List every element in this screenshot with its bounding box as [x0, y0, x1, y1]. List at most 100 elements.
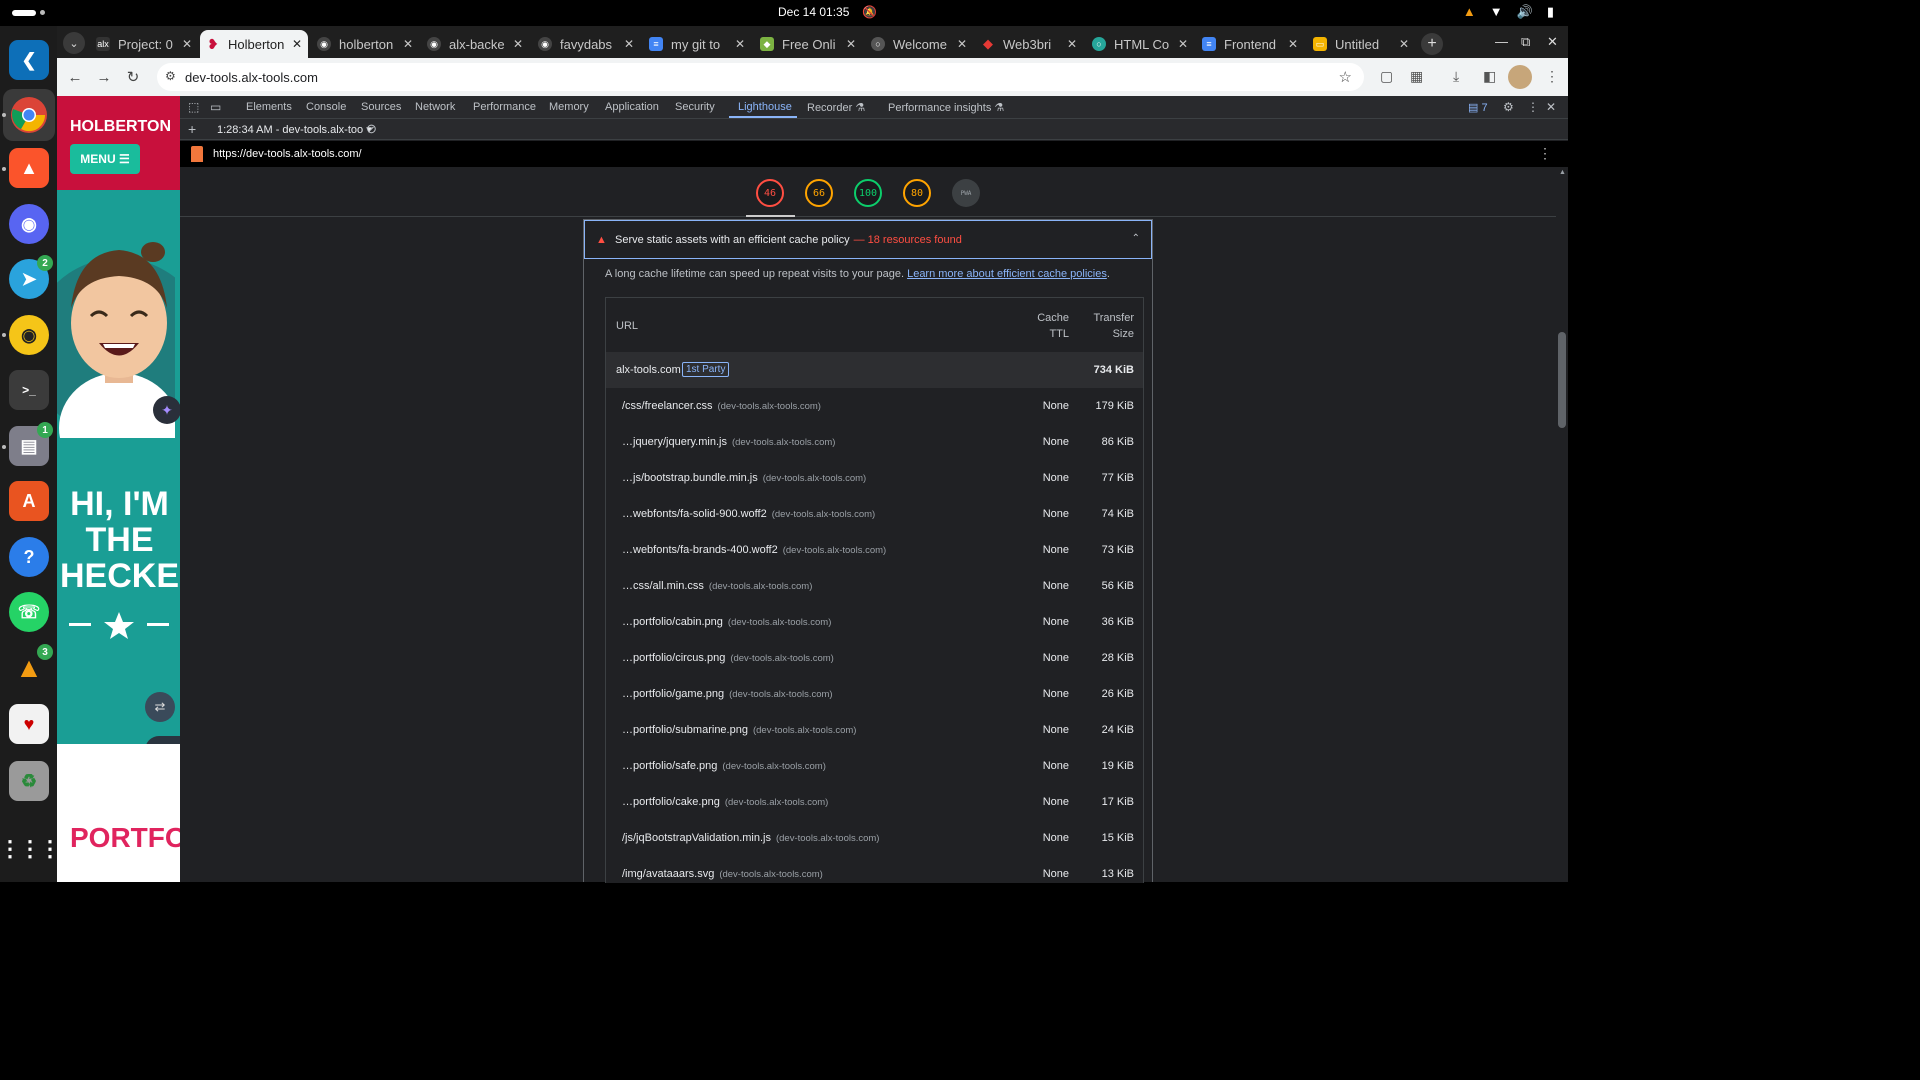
- clear-reports-icon[interactable]: ⊘: [366, 121, 377, 137]
- seo-gauge[interactable]: 80: [903, 179, 931, 207]
- vscode-icon[interactable]: ❮: [9, 40, 49, 80]
- close-tab-icon[interactable]: ✕: [1288, 37, 1298, 51]
- tab-elements[interactable]: Elements: [246, 101, 292, 113]
- scroll-up-arrow-icon[interactable]: ▲: [1559, 169, 1566, 176]
- help-icon[interactable]: ?: [9, 537, 49, 577]
- forward-icon[interactable]: →: [94, 67, 114, 87]
- browser-tab[interactable]: ≡ my git to ✕: [643, 30, 751, 58]
- browser-tab[interactable]: ◆ Web3bri ✕: [975, 30, 1083, 58]
- tab-console[interactable]: Console: [306, 101, 346, 113]
- translate-icon[interactable]: ⇄: [145, 692, 175, 722]
- chrome-icon[interactable]: [3, 89, 55, 141]
- collapse-chevron-icon[interactable]: ⌃: [1132, 233, 1140, 244]
- resource-url[interactable]: …jquery/jquery.min.js (dev-tools.alx-tool…: [622, 436, 835, 448]
- wifi-icon[interactable]: ▼: [1490, 4, 1503, 20]
- close-tab-icon[interactable]: ✕: [513, 37, 523, 51]
- show-apps-icon[interactable]: ⋮⋮⋮: [0, 829, 61, 869]
- browser-tab[interactable]: ○ Welcome ✕: [865, 30, 973, 58]
- resource-url[interactable]: …portfolio/game.png (dev-tools.alx-tools.…: [622, 688, 833, 700]
- tab-sources[interactable]: Sources: [361, 101, 401, 113]
- browser-tab[interactable]: alx Project: 0 ✕: [90, 30, 198, 58]
- tab-performance-insights[interactable]: Performance insights ⚗: [888, 101, 1004, 114]
- close-tab-icon[interactable]: ✕: [624, 37, 634, 51]
- files-icon[interactable]: ▤ 1: [9, 422, 53, 466]
- browser-tab[interactable]: ○ HTML Co ✕: [1086, 30, 1194, 58]
- vlc-icon[interactable]: ▲ 3: [9, 644, 53, 688]
- tab-security[interactable]: Security: [675, 101, 715, 113]
- device-toolbar-icon[interactable]: ▭: [210, 100, 221, 114]
- resource-url[interactable]: …portfolio/submarine.png (dev-tools.alx-t…: [622, 724, 856, 736]
- address-bar[interactable]: ⚙ dev-tools.alx-tools.com ☆: [157, 63, 1364, 91]
- system-tray[interactable]: ▲ ▼ 🔊 ▮: [1463, 4, 1554, 20]
- resource-url[interactable]: …js/bootstrap.bundle.min.js (dev-tools.al…: [622, 472, 866, 484]
- resource-url[interactable]: /js/jqBootstrapValidation.min.js (dev-too…: [622, 832, 879, 844]
- new-report-icon[interactable]: +: [188, 121, 196, 137]
- extensions-puzzle-icon[interactable]: ▦: [1410, 68, 1423, 85]
- restore-icon[interactable]: ⧉: [1521, 34, 1530, 50]
- vlc-tray-icon[interactable]: ▲: [1463, 4, 1476, 20]
- browser-tab-active[interactable]: ❥ Holberton ✕: [200, 30, 308, 58]
- rhythmbox-icon[interactable]: ◉: [9, 315, 49, 355]
- close-window-icon[interactable]: ✕: [1547, 34, 1558, 50]
- address-text[interactable]: dev-tools.alx-tools.com: [185, 70, 318, 85]
- close-tab-icon[interactable]: ✕: [292, 37, 302, 51]
- bookmark-star-icon[interactable]: ☆: [1339, 68, 1352, 86]
- resource-path[interactable]: …webfonts/fa-brands-400.woff2: [622, 544, 778, 556]
- close-tab-icon[interactable]: ✕: [735, 37, 745, 51]
- tab-network[interactable]: Network: [415, 101, 455, 113]
- tab-search-icon[interactable]: ⌄: [63, 32, 85, 54]
- close-tab-icon[interactable]: ✕: [1178, 37, 1188, 51]
- resource-path[interactable]: /css/freelancer.css: [622, 400, 712, 412]
- resource-path[interactable]: /img/avataaars.svg: [622, 868, 714, 880]
- system-clock[interactable]: Dec 14 01:35: [778, 5, 849, 19]
- accessibility-gauge[interactable]: 66: [805, 179, 833, 207]
- ai-sparkle-icon[interactable]: ✦: [153, 396, 180, 424]
- browser-tab[interactable]: ▭ Untitled ✕: [1307, 30, 1415, 58]
- menu-button[interactable]: MENU ☰: [70, 144, 140, 174]
- close-tab-icon[interactable]: ✕: [1067, 37, 1077, 51]
- close-tab-icon[interactable]: ✕: [846, 37, 856, 51]
- inspect-element-icon[interactable]: ⬚: [188, 100, 199, 114]
- audit-header[interactable]: ▲ Serve static assets with an efficient …: [584, 220, 1152, 259]
- site-brand[interactable]: HOLBERTON: [70, 118, 171, 136]
- browser-tab[interactable]: ◆ Free Onli ✕: [754, 30, 862, 58]
- new-tab-button[interactable]: +: [1421, 33, 1443, 55]
- close-tab-icon[interactable]: ✕: [182, 37, 192, 51]
- resource-path[interactable]: …webfonts/fa-solid-900.woff2: [622, 508, 767, 520]
- resource-path[interactable]: …portfolio/circus.png: [622, 652, 725, 664]
- lighthouse-url[interactable]: https://dev-tools.alx-tools.com/: [213, 148, 362, 160]
- close-devtools-icon[interactable]: ✕: [1546, 100, 1556, 114]
- terminal-icon[interactable]: >_: [9, 370, 49, 410]
- close-tab-icon[interactable]: ✕: [1399, 37, 1409, 51]
- solitaire-icon[interactable]: ♥: [9, 704, 49, 744]
- report-scrollbar[interactable]: ▲: [1556, 167, 1568, 882]
- browser-tab[interactable]: ◉ holberton ✕: [311, 30, 419, 58]
- battery-icon[interactable]: ▮: [1547, 4, 1554, 20]
- resource-path[interactable]: …portfolio/game.png: [622, 688, 724, 700]
- notification-bell-icon[interactable]: 🔕: [862, 5, 877, 19]
- best-practices-gauge[interactable]: 100: [854, 179, 882, 207]
- resource-url[interactable]: …portfolio/cabin.png (dev-tools.alx-tools…: [622, 616, 831, 628]
- resource-path[interactable]: …portfolio/safe.png: [622, 760, 717, 772]
- resource-path[interactable]: …js/bootstrap.bundle.min.js: [622, 472, 758, 484]
- resource-path[interactable]: …portfolio/cabin.png: [622, 616, 723, 628]
- site-info-icon[interactable]: ⚙: [165, 69, 176, 83]
- settings-gear-icon[interactable]: ⚙: [1503, 100, 1514, 114]
- resource-path[interactable]: …portfolio/submarine.png: [622, 724, 748, 736]
- reload-icon[interactable]: ↻: [123, 67, 143, 87]
- tab-application[interactable]: Application: [605, 101, 659, 113]
- resource-url[interactable]: /css/freelancer.css (dev-tools.alx-tools.…: [622, 400, 821, 412]
- browser-tab[interactable]: ◉ favydabs ✕: [532, 30, 640, 58]
- minimize-icon[interactable]: —: [1495, 34, 1508, 49]
- extension-icon[interactable]: ▢: [1380, 68, 1393, 85]
- side-panel-icon[interactable]: ◧: [1483, 68, 1496, 85]
- scrollbar-thumb[interactable]: [1558, 332, 1566, 428]
- resource-url[interactable]: …webfonts/fa-solid-900.woff2 (dev-tools.a…: [622, 508, 875, 520]
- issues-counter[interactable]: ▤ 7: [1468, 101, 1488, 114]
- report-selector[interactable]: 1:28:34 AM - dev-tools.alx-too ▾: [217, 123, 372, 136]
- download-icon[interactable]: ⤓: [1453, 68, 1459, 85]
- tab-performance[interactable]: Performance: [473, 101, 536, 113]
- resource-url[interactable]: …portfolio/safe.png (dev-tools.alx-tools.…: [622, 760, 826, 772]
- learn-more-link[interactable]: Learn more about efficient cache policie…: [907, 268, 1107, 280]
- browser-tab[interactable]: ≡ Frontend ✕: [1196, 30, 1304, 58]
